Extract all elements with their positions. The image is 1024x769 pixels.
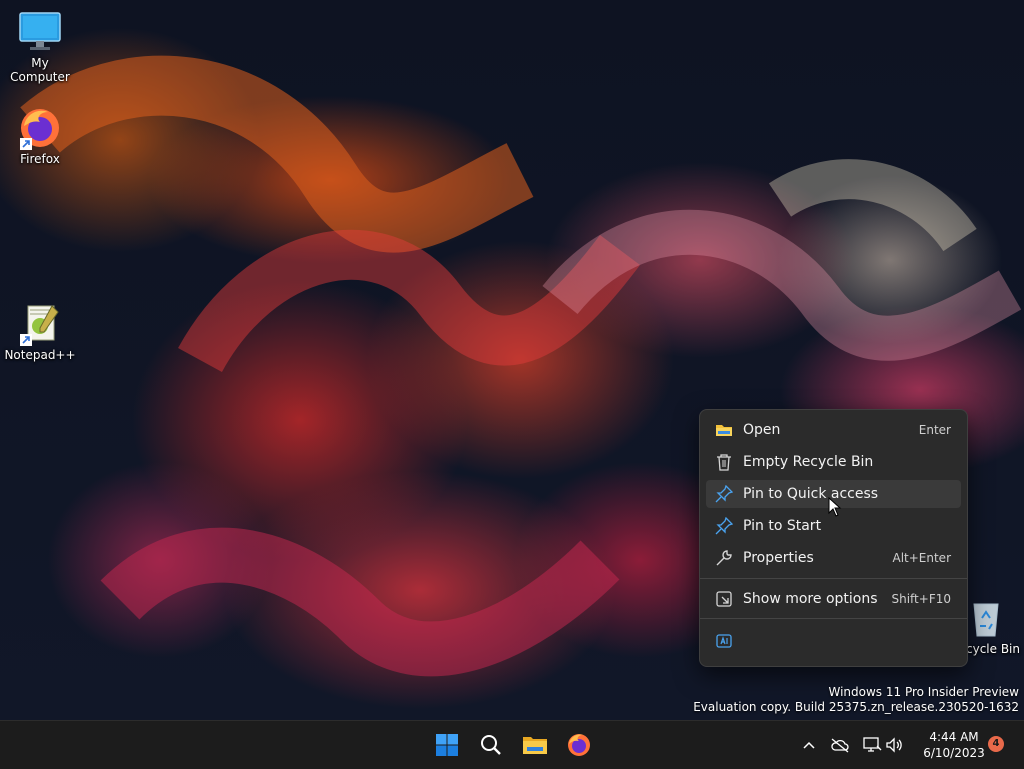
copilot-icon <box>714 631 734 651</box>
desktop-icon-label: Firefox <box>20 152 60 166</box>
firefox-taskbar-button[interactable] <box>563 729 595 761</box>
share-icon <box>714 589 734 609</box>
watermark-line2: Evaluation copy. Build 25375.zn_release.… <box>693 700 1019 714</box>
watermark-line1: Windows 11 Pro Insider Preview <box>828 685 1019 699</box>
menu-item-shortcut: Shift+F10 <box>891 592 951 606</box>
menu-item-label: Show more options <box>743 591 878 607</box>
cloud-off-icon <box>831 738 849 753</box>
desktop-icon-my-computer[interactable]: My Computer <box>0 10 80 84</box>
firefox-icon <box>568 734 590 756</box>
pin-icon <box>714 484 734 504</box>
evaluation-watermark: Windows 11 Pro Insider Preview Evaluatio… <box>693 685 1019 715</box>
volume-icon <box>886 737 902 753</box>
pin-icon <box>714 516 734 536</box>
menu-item-label: Open <box>743 422 781 438</box>
notification-badge[interactable]: 4 <box>988 736 1004 752</box>
wrench-icon <box>714 548 734 568</box>
volume-tray-button[interactable] <box>885 735 905 755</box>
taskbar: 4:44 AM 6/10/2023 <box>0 720 1024 769</box>
menu-item-properties[interactable]: Properties Alt+Enter <box>706 544 961 572</box>
menu-item-copilot[interactable] <box>706 627 961 655</box>
network-tray-button[interactable] <box>862 735 882 755</box>
desktop-icon-firefox[interactable]: Firefox <box>0 106 80 166</box>
mouse-cursor-icon <box>828 497 842 517</box>
menu-item-show-more-options[interactable]: Show more options Shift+F10 <box>706 585 961 613</box>
menu-item-empty-recycle-bin[interactable]: Empty Recycle Bin <box>706 448 961 476</box>
menu-separator <box>700 618 967 619</box>
menu-item-label: Empty Recycle Bin <box>743 454 874 470</box>
taskbar-clock[interactable]: 4:44 AM 6/10/2023 <box>912 729 996 761</box>
file-explorer-button[interactable] <box>519 729 551 761</box>
clock-time: 4:44 AM <box>929 730 979 744</box>
context-menu: Open Enter Empty Recycle Bin Pin to Quic… <box>699 409 968 667</box>
show-hidden-icons-button[interactable] <box>799 735 819 755</box>
menu-item-label: Properties <box>743 550 814 566</box>
desktop-icon-label: Notepad++ <box>4 348 76 362</box>
menu-separator <box>700 578 967 579</box>
desktop-icon-label: My Computer <box>10 56 70 84</box>
search-icon <box>481 735 501 755</box>
menu-item-open[interactable]: Open Enter <box>706 416 961 444</box>
menu-item-shortcut: Alt+Enter <box>892 551 951 565</box>
menu-item-label: Pin to Start <box>743 518 822 534</box>
network-icon <box>863 737 882 752</box>
desktop-icon-label: cycle Bin <box>966 642 1020 656</box>
onedrive-tray-button[interactable] <box>830 735 850 755</box>
folder-icon <box>714 420 734 440</box>
start-button[interactable] <box>431 729 463 761</box>
menu-item-label: Pin to Quick access <box>743 486 879 502</box>
clock-date: 6/10/2023 <box>923 746 985 760</box>
recycle-bin-icon <box>964 596 1008 640</box>
firefox-icon <box>18 106 62 150</box>
file-explorer-icon <box>523 737 547 754</box>
start-icon <box>436 734 458 756</box>
notepadpp-icon <box>18 302 62 346</box>
desktop-icon-notepadpp[interactable]: Notepad++ <box>0 302 80 362</box>
search-button[interactable] <box>475 729 507 761</box>
menu-item-shortcut: Enter <box>918 423 951 437</box>
trash-icon <box>714 452 734 472</box>
monitor-icon <box>18 10 62 54</box>
chevron-up-icon <box>803 741 815 749</box>
